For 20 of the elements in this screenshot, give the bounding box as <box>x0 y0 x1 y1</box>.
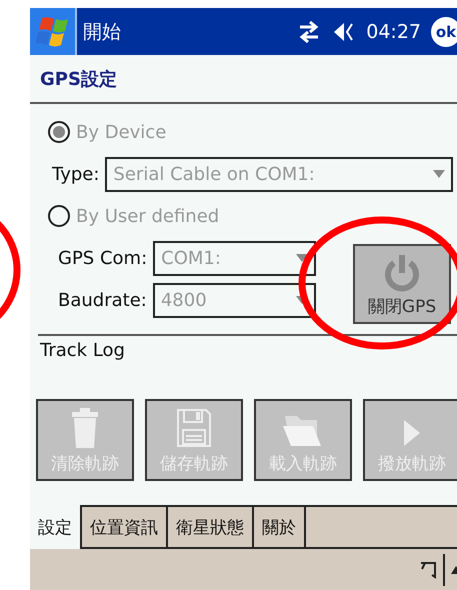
power-icon <box>382 253 422 293</box>
tab[interactable]: 關於 <box>254 505 306 549</box>
field-label: Baudrate: <box>58 290 147 310</box>
field-label: Type: <box>52 164 100 184</box>
play-icon <box>402 418 422 448</box>
dropdown-caret-icon <box>296 254 308 262</box>
start-label: 開始 <box>83 20 122 44</box>
radio-label: By User defined <box>76 206 220 226</box>
section-title: Track Log <box>39 339 126 361</box>
page-title: GPS設定 <box>40 68 117 90</box>
ok-button[interactable]: ok <box>431 16 457 46</box>
dropdown-caret-icon <box>433 170 445 178</box>
trash-can-icon <box>70 408 100 448</box>
radio-label: By Device <box>76 122 166 142</box>
tab[interactable]: 位置資訊 <box>82 505 168 549</box>
start-button[interactable] <box>30 8 77 55</box>
field-label: GPS Com: <box>58 248 148 268</box>
clock-time: 04:27 <box>366 20 421 42</box>
windows-flag-icon <box>36 16 70 48</box>
tab[interactable]: 衛星狀態 <box>168 505 254 549</box>
